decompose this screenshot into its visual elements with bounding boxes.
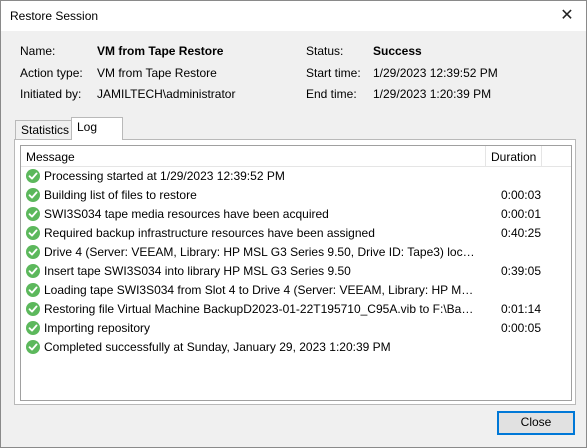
table-row[interactable]: Insert tape SWI3S034 into library HP MSL… — [21, 262, 571, 281]
close-button[interactable]: Close — [497, 411, 575, 435]
success-check-icon — [26, 264, 40, 278]
log-grid: Message Duration Processing started at 1… — [20, 145, 572, 401]
success-check-icon — [26, 340, 40, 354]
log-message: Restoring file Virtual Machine BackupD20… — [44, 302, 477, 316]
success-check-icon — [26, 302, 40, 316]
log-duration: 0:39:05 — [500, 264, 541, 278]
log-duration: 0:00:03 — [500, 188, 541, 202]
table-row[interactable]: Building list of files to restore 0:00:03 — [21, 186, 571, 205]
log-duration: 0:40:25 — [500, 226, 541, 240]
log-message: Drive 4 (Server: VEEAM, Library: HP MSL … — [44, 245, 477, 259]
log-message: Loading tape SWI3S034 from Slot 4 to Dri… — [44, 283, 477, 297]
initiated-by-value: JAMILTECH\administrator — [97, 87, 236, 101]
name-label: Name: — [20, 44, 56, 58]
column-divider[interactable] — [541, 146, 542, 166]
action-type-label: Action type: — [20, 66, 83, 80]
table-row[interactable]: Drive 4 (Server: VEEAM, Library: HP MSL … — [21, 243, 571, 262]
table-row[interactable]: Completed successfully at Sunday, Januar… — [21, 338, 571, 357]
table-row[interactable]: Processing started at 1/29/2023 12:39:52… — [21, 167, 571, 186]
window-title: Restore Session — [10, 9, 99, 23]
column-header-message[interactable]: Message — [26, 150, 75, 164]
restore-session-window: Restore Session ✕ Name: VM from Tape Res… — [0, 0, 587, 448]
success-check-icon — [26, 188, 40, 202]
end-time-value: 1/29/2023 1:20:39 PM — [373, 87, 492, 101]
success-check-icon — [26, 226, 40, 240]
dialog-body: Name: VM from Tape Restore Action type: … — [1, 31, 586, 447]
start-time-label: Start time: — [306, 66, 361, 80]
log-message: Required backup infrastructure resources… — [44, 226, 375, 240]
success-check-icon — [26, 283, 40, 297]
tab-log[interactable]: Log — [71, 117, 123, 140]
column-divider[interactable] — [485, 146, 486, 166]
log-message: Insert tape SWI3S034 into library HP MSL… — [44, 264, 351, 278]
log-message: Importing repository — [44, 321, 151, 335]
log-message: SWI3S034 tape media resources have been … — [44, 207, 329, 221]
table-row[interactable]: SWI3S034 tape media resources have been … — [21, 205, 571, 224]
table-row[interactable]: Required backup infrastructure resources… — [21, 224, 571, 243]
log-duration: 0:01:14 — [500, 302, 541, 316]
close-icon[interactable]: ✕ — [556, 5, 578, 27]
table-row[interactable]: Importing repository 0:00:05 — [21, 319, 571, 338]
table-row[interactable]: Loading tape SWI3S034 from Slot 4 to Dri… — [21, 281, 571, 300]
log-header: Message Duration — [21, 146, 571, 167]
log-duration: 0:00:01 — [500, 207, 541, 221]
name-value: VM from Tape Restore — [97, 44, 224, 58]
log-panel: Message Duration Processing started at 1… — [14, 139, 576, 405]
status-value: Success — [373, 44, 422, 58]
status-label: Status: — [306, 44, 344, 58]
start-time-value: 1/29/2023 12:39:52 PM — [373, 66, 498, 80]
success-check-icon — [26, 245, 40, 259]
log-message: Processing started at 1/29/2023 12:39:52… — [44, 169, 285, 183]
log-message: Completed successfully at Sunday, Januar… — [44, 340, 391, 354]
table-row[interactable]: Restoring file Virtual Machine BackupD20… — [21, 300, 571, 319]
title-bar: Restore Session ✕ — [1, 1, 586, 31]
tab-statistics[interactable]: Statistics — [15, 120, 72, 140]
log-duration: 0:00:05 — [500, 321, 541, 335]
success-check-icon — [26, 207, 40, 221]
end-time-label: End time: — [306, 87, 357, 101]
success-check-icon — [26, 169, 40, 183]
column-header-duration[interactable]: Duration — [491, 150, 536, 164]
action-type-value: VM from Tape Restore — [97, 66, 217, 80]
initiated-by-label: Initiated by: — [20, 87, 82, 101]
log-message: Building list of files to restore — [44, 188, 197, 202]
success-check-icon — [26, 321, 40, 335]
